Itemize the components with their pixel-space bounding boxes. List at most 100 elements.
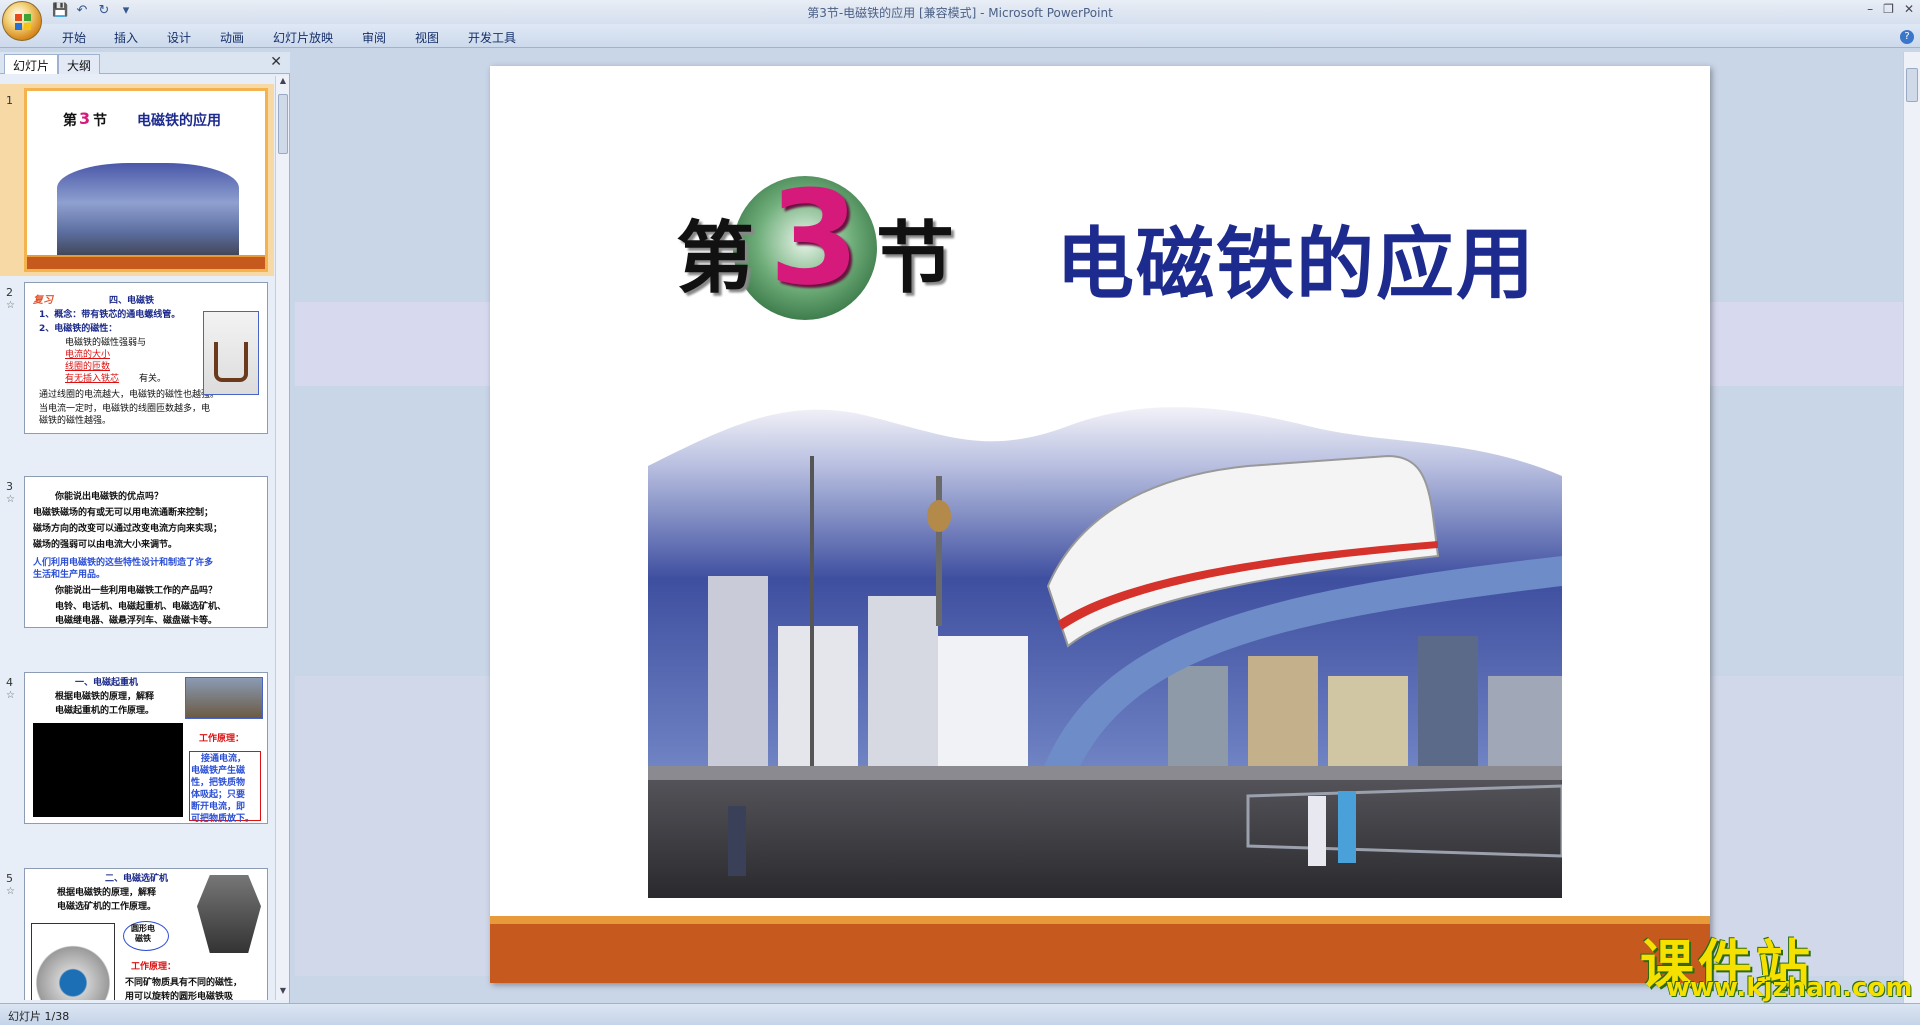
thumb-line: 2、电磁铁的磁性： — [39, 324, 118, 334]
thumb-line: 接通电流， — [201, 754, 247, 764]
thumb-line: 人们利用电磁铁的这些特性设计和制造了许多 — [33, 558, 214, 568]
thumb-line: 当电流一定时，电磁铁的线圈匝数越多，电 — [39, 404, 211, 414]
thumb-title-prefix: 第 — [63, 113, 77, 129]
scroll-thumb[interactable] — [278, 94, 288, 154]
thumb-line: 体吸起；只要 — [191, 790, 246, 800]
watermark-logo: 课件站 www.kjzhan.com — [1640, 921, 1912, 1003]
thumb-line: 工作原理： — [199, 734, 245, 744]
ribbon-tabs: 开始 插入 设计 动画 幻灯片放映 审阅 视图 开发工具 — [0, 24, 1920, 48]
thumbnail-slide-1[interactable]: 第 3 节 电磁铁的应用 — [24, 88, 268, 272]
window-controls: – ❐ ✕ — [1867, 2, 1914, 16]
tab-view[interactable]: 视图 — [415, 29, 439, 46]
tab-home[interactable]: 开始 — [62, 29, 86, 46]
thumb-line: 有关。 — [139, 374, 167, 384]
status-bar: 幻灯片 1/38 — [0, 1003, 1920, 1025]
footer-band — [490, 924, 1710, 983]
thumb-line: 电磁选矿机的工作原理。 — [57, 902, 157, 912]
thumb-heading: 二、电磁选矿机 — [105, 874, 169, 884]
slide-title-num: 3 — [769, 162, 860, 314]
thumb-diagram-image — [31, 923, 115, 1000]
slide-title-prefix: 第 — [676, 213, 755, 304]
thumb-line: 可把物质放下。 — [191, 814, 255, 824]
thumb-line: 电磁铁磁场的有或无可以用电流通断来控制； — [33, 508, 214, 518]
slide-scrollbar[interactable] — [1903, 52, 1920, 1003]
slide-title-suffix: 节 — [876, 213, 955, 304]
thumbnail-scrollbar[interactable]: ▲ ▼ — [275, 76, 289, 1000]
thumb-line: 电磁继电器、磁悬浮列车、磁盘磁卡等。 — [55, 616, 218, 626]
tab-slides[interactable]: 幻灯片 — [4, 54, 59, 74]
thumb-line: 通过线圈的电流越大，电磁铁的磁性也越强。 — [39, 390, 220, 400]
slide-number: 1 — [6, 94, 13, 107]
thumb-title: 电磁铁的应用 — [137, 113, 221, 129]
slide-number: 4 — [6, 676, 13, 689]
thumb-line: 1、概念：带有铁芯的通电螺线管。 — [39, 310, 181, 320]
thumb-title-suffix: 节 — [93, 113, 107, 129]
thumb-line: 电铃、电话机、电磁起重机、电磁选矿机、 — [55, 602, 227, 612]
window-title: 第3节-电磁铁的应用 [兼容模式] - Microsoft PowerPoint — [807, 6, 1113, 20]
thumb-line: 线圈的匝数 — [65, 362, 111, 372]
thumb-line: 磁场方向的改变可以通过改变电流方向来实现； — [33, 524, 223, 534]
thumb-badge: 复习 — [33, 295, 53, 306]
slide-title: 电磁铁的应用 — [1056, 220, 1537, 310]
office-logo-icon — [15, 14, 31, 30]
thumbnail-slide-2[interactable]: 复习 四、电磁铁 1、概念：带有铁芯的通电螺线管。 2、电磁铁的磁性： 电磁铁的… — [24, 282, 268, 434]
thumb-line: 磁场的强弱可以由电流大小来调节。 — [33, 540, 178, 550]
monorail-city-photo — [648, 386, 1562, 898]
thumb-line: 有无插入铁芯 — [65, 374, 120, 384]
transition-star-icon: ☆ — [6, 690, 15, 701]
thumb-line: 磁铁 — [135, 934, 151, 943]
photo-illustration — [648, 407, 1562, 898]
thumb-heading: 一、电磁起重机 — [75, 678, 139, 688]
thumb-video-placeholder — [33, 723, 183, 817]
slides-pane: 幻灯片 大纲 ✕ 1 第 3 节 电磁铁的应用 2 ☆ 复习 四、电磁铁 1、概… — [0, 52, 290, 1003]
thumb-line: 电磁铁的磁性强弱与 — [65, 338, 147, 348]
title-bar: 💾 ↶ ↻ ▾ 第3节-电磁铁的应用 [兼容模式] - Microsoft Po… — [0, 0, 1920, 24]
thumb-heading: 四、电磁铁 — [109, 296, 155, 306]
help-icon[interactable]: ? — [1900, 30, 1914, 44]
thumb-line: 你能说出一些利用电磁铁工作的产品吗？ — [55, 586, 218, 596]
watermark-url: www.kjzhan.com — [1666, 973, 1913, 1003]
thumb-line: 根据电磁铁的原理，解释 — [57, 888, 157, 898]
tab-review[interactable]: 审阅 — [362, 29, 386, 46]
thumb-line: 磁铁的磁性越强。 — [39, 416, 112, 426]
thumb-photo — [57, 163, 239, 263]
thumbnail-slide-4[interactable]: 一、电磁起重机 根据电磁铁的原理，解释 电磁起重机的工作原理。 工作原理： 接通… — [24, 672, 268, 824]
minimize-icon[interactable]: – — [1867, 2, 1873, 16]
thumbnail-slide-5[interactable]: 二、电磁选矿机 根据电磁铁的原理，解释 电磁选矿机的工作原理。 圆形电 磁铁 工… — [24, 868, 268, 1000]
footer-accent-line — [490, 916, 1710, 924]
thumb-separator-machine-image — [197, 875, 261, 953]
thumb-line: 工作原理： — [131, 962, 177, 972]
slide-number: 2 — [6, 286, 13, 299]
tab-design[interactable]: 设计 — [167, 29, 191, 46]
tab-outline[interactable]: 大纲 — [58, 54, 101, 74]
transition-star-icon: ☆ — [6, 886, 15, 897]
thumb-crane-image — [185, 677, 263, 719]
pane-tabs: 幻灯片 大纲 ✕ — [0, 52, 290, 74]
current-slide[interactable]: 第 3 节 电磁铁的应用 — [490, 66, 1710, 983]
thumb-line: 电流的大小 — [65, 350, 111, 360]
transition-star-icon: ☆ — [6, 494, 15, 505]
tab-slideshow[interactable]: 幻灯片放映 — [273, 29, 333, 46]
office-button[interactable] — [2, 1, 42, 41]
pane-close-icon[interactable]: ✕ — [270, 54, 282, 70]
thumb-line: 不同矿物质具有不同的磁性， — [125, 978, 243, 988]
thumb-line: 用可以旋转的圆形电磁铁吸 — [125, 992, 234, 1000]
thumbnail-list: 1 第 3 节 电磁铁的应用 2 ☆ 复习 四、电磁铁 1、概念：带有铁芯的通电… — [0, 76, 274, 1000]
thumb-title-num: 3 — [79, 109, 91, 128]
scroll-thumb[interactable] — [1906, 68, 1918, 102]
slide-number: 3 — [6, 480, 13, 493]
tab-animations[interactable]: 动画 — [220, 29, 244, 46]
restore-icon[interactable]: ❐ — [1883, 2, 1894, 16]
slide-counter: 幻灯片 1/38 — [8, 1010, 70, 1023]
thumb-line: 断开电流，即 — [191, 802, 246, 812]
thumb-line: 性，把铁质物 — [191, 778, 246, 788]
thumbnail-slide-3[interactable]: 你能说出电磁铁的优点吗？ 电磁铁磁场的有或无可以用电流通断来控制； 磁场方向的改… — [24, 476, 268, 628]
close-icon[interactable]: ✕ — [1904, 2, 1914, 16]
thumb-line: 电磁起重机的工作原理。 — [55, 706, 155, 716]
tab-developer[interactable]: 开发工具 — [468, 29, 516, 46]
scroll-down-icon[interactable]: ▼ — [276, 986, 290, 1000]
scroll-up-icon[interactable]: ▲ — [276, 76, 290, 90]
thumb-line: 你能说出电磁铁的优点吗？ — [55, 492, 164, 502]
thumb-footer-band — [27, 255, 265, 269]
tab-insert[interactable]: 插入 — [114, 29, 138, 46]
